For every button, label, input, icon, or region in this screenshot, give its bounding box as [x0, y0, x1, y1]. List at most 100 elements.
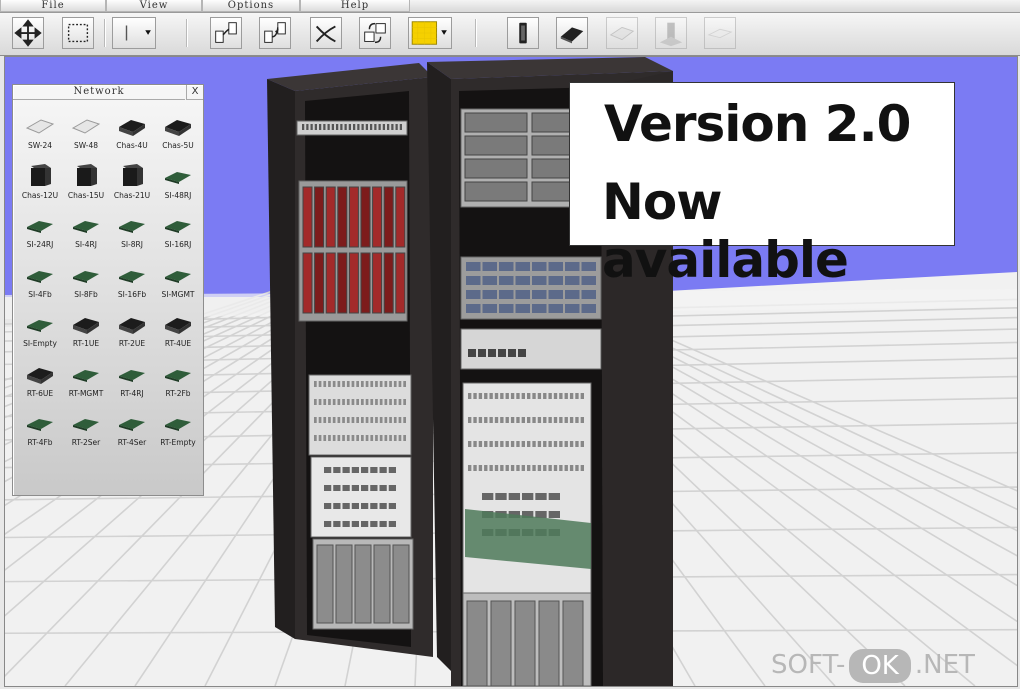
patch-port	[324, 467, 332, 473]
connect-button[interactable]	[210, 17, 242, 49]
palette-item[interactable]: SI-48RJ	[155, 159, 201, 205]
switch-port	[468, 441, 472, 447]
palette-item-label: SI-4Fb	[28, 289, 52, 299]
switch-port	[314, 399, 317, 405]
palette-item[interactable]: RT-2Ser	[63, 406, 109, 452]
palette-item[interactable]: SI-16RJ	[155, 208, 201, 254]
palette-item[interactable]: SI-Empty	[17, 307, 63, 353]
switch-port	[500, 441, 504, 447]
blade-module	[348, 186, 359, 248]
palette-item[interactable]: SI-8Fb	[63, 258, 109, 304]
switch-port	[314, 381, 317, 387]
switch-port	[328, 417, 331, 423]
swap-button[interactable]	[359, 17, 391, 49]
switch-port	[510, 417, 515, 423]
drive-slot	[482, 262, 497, 271]
switch-port	[500, 393, 504, 399]
palette-item[interactable]: RT-1UE	[63, 307, 109, 353]
palette-item[interactable]: SI-MGMT	[155, 258, 201, 304]
select-tool-button[interactable]	[62, 17, 94, 49]
promo-banner: Version 2.0 Now available	[569, 82, 955, 289]
add-floor-button[interactable]	[655, 17, 687, 49]
add-rack-button[interactable]	[507, 17, 539, 49]
switch-port	[310, 124, 313, 130]
switch-port	[337, 399, 341, 405]
switch-icon	[71, 119, 101, 134]
palette-item[interactable]: Chas-5U	[155, 109, 201, 155]
card-icon	[73, 221, 99, 233]
add-chassis-button[interactable]	[556, 17, 588, 49]
palette-item-label: RT-MGMT	[68, 388, 104, 398]
connect-alt-button[interactable]	[259, 17, 291, 49]
patch-port	[522, 493, 534, 500]
palette-item[interactable]: RT-6UE	[17, 357, 63, 403]
chassis-icon	[27, 367, 53, 384]
palette-item[interactable]: SI-16Fb	[109, 258, 155, 304]
menu-help[interactable]: Help	[300, 0, 410, 12]
power-module	[316, 544, 334, 624]
switch-port	[505, 393, 509, 399]
chassis-icon	[165, 120, 191, 136]
patch-port	[535, 511, 547, 518]
router-port	[498, 349, 506, 357]
palette-item[interactable]: Chas-12U	[17, 159, 63, 205]
menu-options[interactable]: Options	[202, 0, 300, 12]
switch-port	[403, 435, 406, 441]
chassis-icon	[73, 318, 99, 334]
switch-port	[389, 381, 392, 387]
disconnect-button[interactable]	[310, 17, 342, 49]
switch-port	[323, 417, 327, 423]
add-switch-button[interactable]	[606, 17, 638, 49]
palette-item[interactable]: RT-2UE	[109, 307, 155, 353]
palette-item[interactable]: RT-Empty	[155, 406, 201, 452]
palette-item[interactable]: RT-4Ser	[109, 406, 155, 452]
switch-port	[348, 124, 351, 130]
menu-view[interactable]: View	[106, 0, 202, 12]
switch-port	[351, 381, 355, 387]
palette-item[interactable]: RT-2Fb	[155, 357, 201, 403]
patch-port	[342, 467, 350, 473]
switch-port	[323, 124, 326, 130]
patch-port	[379, 503, 387, 509]
add-blank-panel-button[interactable]	[704, 17, 736, 49]
switch-port	[548, 393, 552, 399]
blade-module	[314, 252, 325, 314]
switch-port	[398, 399, 402, 405]
switch-port	[516, 465, 520, 471]
palette-item[interactable]: Chas-21U	[109, 159, 155, 205]
palette-item[interactable]: RT-4Fb	[17, 406, 63, 452]
patch-port	[370, 485, 378, 491]
drive-slot	[565, 276, 580, 285]
menu-file[interactable]: File	[0, 0, 106, 12]
color-picker-button[interactable]	[408, 17, 452, 49]
line-tool-button[interactable]	[112, 17, 156, 49]
move-tool-button[interactable]	[12, 17, 44, 49]
switch-port	[505, 465, 509, 471]
palette-item[interactable]: SI-4RJ	[63, 208, 109, 254]
palette-item[interactable]: SW-48	[63, 109, 109, 155]
switch-port	[375, 381, 378, 387]
switch-port	[537, 393, 542, 399]
switch-1u	[296, 120, 408, 136]
palette-item[interactable]: SW-24	[17, 109, 63, 155]
switch-port	[365, 435, 369, 441]
palette-item[interactable]: SI-24RJ	[17, 208, 63, 254]
palette-item[interactable]: SI-4Fb	[17, 258, 63, 304]
switch-port	[375, 435, 378, 441]
palette-item[interactable]: Chas-15U	[63, 159, 109, 205]
switch-port	[314, 435, 317, 441]
palette-item-label: RT-4RJ	[120, 388, 144, 398]
palette-item[interactable]: SI-8RJ	[109, 208, 155, 254]
switch-port	[521, 393, 525, 399]
patch-port	[342, 485, 350, 491]
switch-port	[564, 441, 568, 447]
drive-slot	[565, 290, 580, 299]
card-icon	[165, 171, 191, 184]
palette-item[interactable]: Chas-4U	[109, 109, 155, 155]
palette-item[interactable]: RT-4RJ	[109, 357, 155, 403]
network-palette: Network X SW-24 SW-48 Chas-4U Chas-5U Chas-1…	[12, 84, 204, 496]
switch-port	[353, 124, 356, 130]
palette-item[interactable]: RT-MGMT	[63, 357, 109, 403]
palette-item[interactable]: RT-4UE	[155, 307, 201, 353]
close-button[interactable]: X	[186, 85, 203, 100]
